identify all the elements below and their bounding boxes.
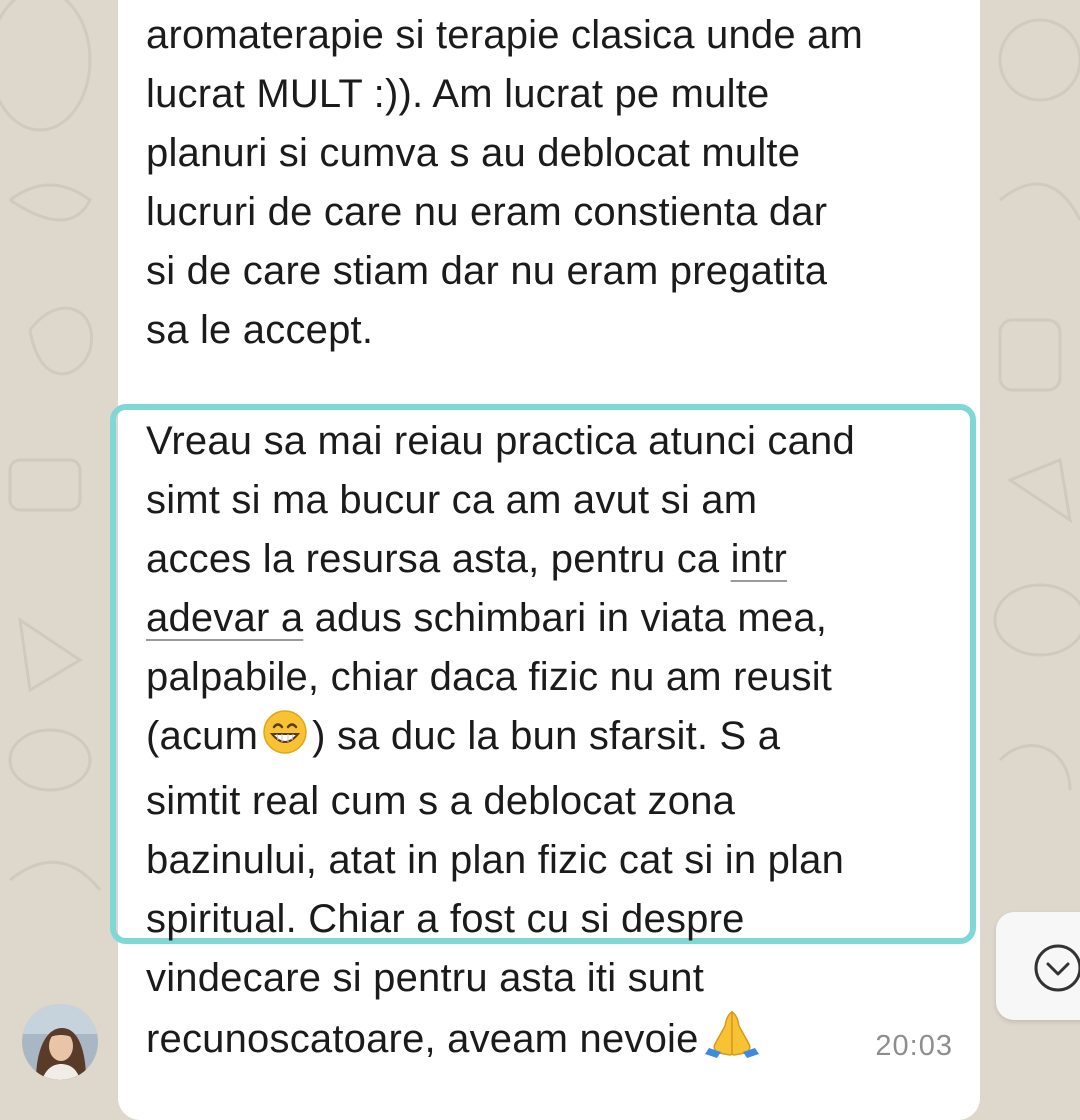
detected-link[interactable]: adevar a <box>146 596 303 640</box>
message-line: (acum ) sa duc la bun sfarsit. S a <box>146 707 855 772</box>
message-line: vindecare si pentru asta iti sunt <box>146 956 705 1000</box>
message-line: lucruri de care nu eram constienta dar <box>146 190 828 234</box>
message-line: simtit real cum s a deblocat zona <box>146 779 736 823</box>
message-line: simt si ma bucur ca am avut si am <box>146 478 758 522</box>
avatar[interactable] <box>22 1004 98 1080</box>
message-line: acces la resursa asta, pentru ca intr <box>146 530 855 589</box>
message-line: palpabile, chiar daca fizic nu am reusit <box>146 655 833 699</box>
message-line: planuri si cumva s au deblocat multe <box>146 131 801 175</box>
message-paragraph-1: aromaterapie si terapie clasica unde am … <box>146 6 863 360</box>
folded-hands-emoji-icon <box>703 1008 761 1075</box>
scroll-to-bottom-button[interactable] <box>996 912 1080 1020</box>
message-timestamp: 20:03 <box>875 1030 953 1062</box>
message-line: si de care stiam dar nu eram pregatita <box>146 249 828 293</box>
message-line: Vreau sa mai reiau practica atunci cand <box>146 419 855 463</box>
message-line: recunoscatoare, aveam nevoie <box>146 1008 855 1075</box>
message-text: ) sa duc la bun sfarsit. S a <box>312 714 781 758</box>
grinning-face-emoji-icon <box>262 709 308 772</box>
message-line: aromaterapie si terapie clasica unde am <box>146 13 864 57</box>
message-line: bazinului, atat in plan fizic cat si in … <box>146 838 845 882</box>
message-text: acces la resursa asta, pentru ca <box>146 537 731 581</box>
message-line: sa le accept. <box>146 308 374 352</box>
message-line: lucrat MULT :)). Am lucrat pe multe <box>146 72 770 116</box>
chevron-down-circle-icon <box>1034 944 1080 992</box>
detected-link[interactable]: intr <box>731 537 787 581</box>
message-text: (acum <box>146 714 259 758</box>
message-line: adevar a adus schimbari in viata mea, <box>146 589 855 648</box>
message-paragraph-2: Vreau sa mai reiau practica atunci cand … <box>146 412 855 1075</box>
message-text: adus schimbari in viata mea, <box>303 596 828 640</box>
message-line: spiritual. Chiar a fost cu si despre <box>146 897 745 941</box>
message-text: recunoscatoare, aveam nevoie <box>146 1017 699 1061</box>
